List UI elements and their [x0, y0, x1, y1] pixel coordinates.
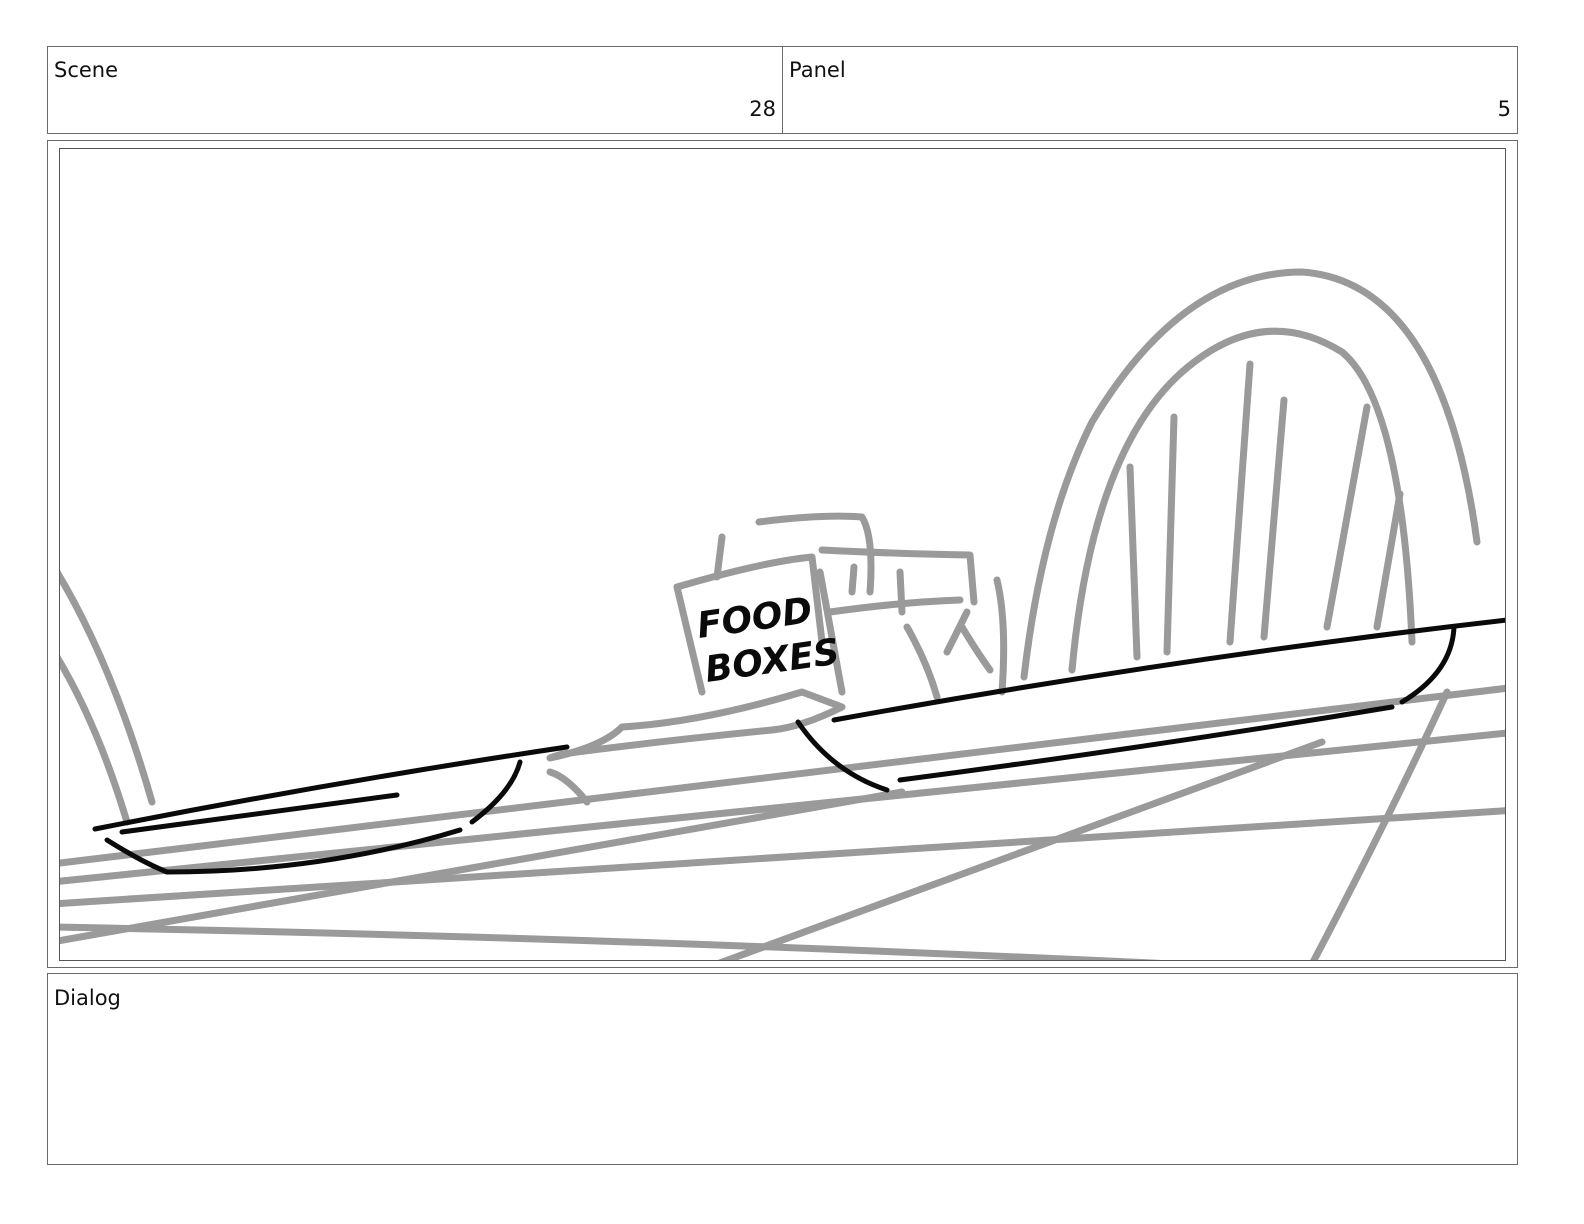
panel-drawing-area: FOOD BOXES: [59, 148, 1506, 961]
panel-cell: Panel 5: [782, 47, 1517, 133]
dialog-box: Dialog: [47, 973, 1518, 1165]
dialog-label: Dialog: [54, 986, 121, 1010]
panel-frame: FOOD BOXES: [47, 140, 1518, 968]
scene-cell: Scene 28: [48, 47, 782, 133]
panel-label: Panel: [789, 58, 846, 82]
storyboard-header: Scene 28 Panel 5: [47, 46, 1518, 134]
panel-number: 5: [1497, 97, 1511, 121]
scene-label: Scene: [54, 58, 119, 82]
scene-number: 28: [749, 97, 776, 121]
sketch-drawing: FOOD BOXES: [60, 268, 1505, 960]
